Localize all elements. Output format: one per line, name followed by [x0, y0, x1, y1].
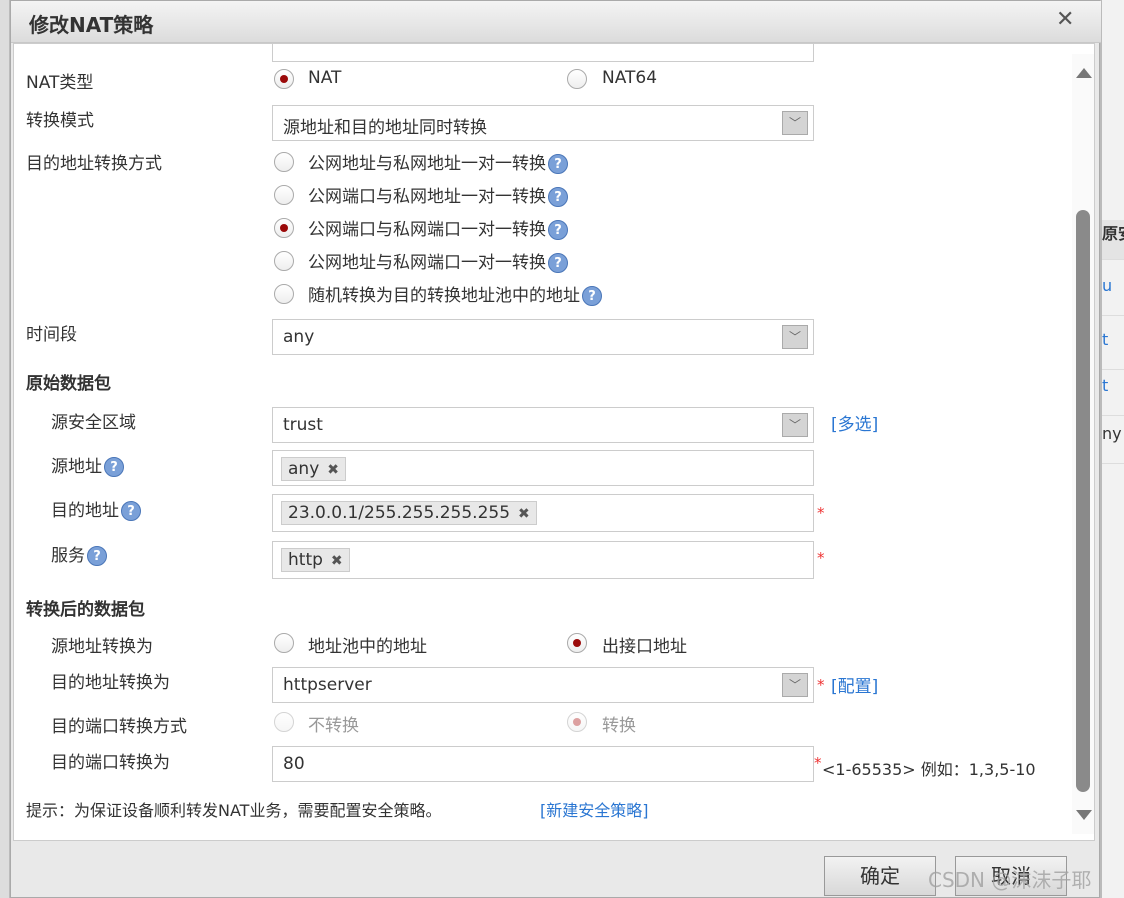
radio-addr-pool[interactable]: [274, 633, 294, 653]
dst-trans-label: 目的地址转换为: [51, 673, 170, 693]
remove-icon[interactable]: ✖: [327, 462, 339, 478]
radio-nat[interactable]: [274, 69, 294, 89]
title-bar: 修改NAT策略 ✕: [11, 1, 1101, 43]
required-mark: *: [817, 549, 825, 567]
radio-dest-method-4[interactable]: [274, 251, 294, 271]
src-zone-label: 源安全区域: [51, 413, 136, 433]
close-icon[interactable]: ✕: [1056, 7, 1074, 32]
port-trans-input[interactable]: 80: [272, 746, 814, 782]
service-label: 服务?: [51, 541, 107, 566]
bg-row: ny: [1102, 424, 1124, 464]
required-mark: *: [814, 754, 822, 772]
radio-egress-iface[interactable]: [567, 633, 587, 653]
time-label: 时间段: [26, 325, 77, 345]
watermark: CSDN @沫沫子耶: [928, 868, 1092, 892]
time-select[interactable]: any ﹀: [272, 319, 814, 355]
dialog-title: 修改NAT策略: [29, 13, 154, 37]
remove-icon[interactable]: ✖: [331, 553, 343, 569]
src-addr-input[interactable]: any ✖: [272, 450, 814, 486]
chevron-down-icon[interactable]: ﹀: [782, 111, 808, 135]
dst-addr-label: 目的地址?: [51, 496, 141, 521]
chevron-down-icon[interactable]: ﹀: [782, 673, 808, 697]
tag: http ✖: [281, 548, 350, 572]
dst-trans-select[interactable]: httpserver ﹀: [272, 667, 814, 703]
radio-nat64-label: NAT64: [602, 68, 658, 88]
help-icon[interactable]: ?: [104, 457, 124, 477]
remove-icon[interactable]: ✖: [518, 506, 530, 522]
help-icon[interactable]: ?: [582, 286, 602, 306]
multi-select-link[interactable]: [多选]: [831, 410, 878, 435]
required-mark: *: [817, 676, 825, 694]
port-trans-label: 目的端口转换为: [51, 753, 170, 773]
src-trans-label: 源地址转换为: [51, 637, 153, 657]
src-addr-label: 源地址?: [51, 452, 124, 477]
clipped-field: [272, 44, 814, 62]
bg-row: t: [1102, 376, 1124, 416]
background-page-right: 原安 u t t ny: [1100, 0, 1124, 898]
translated-packet-heading: 转换后的数据包: [26, 600, 145, 620]
dest-method-option: 随机转换为目的转换地址池中的地址?: [308, 281, 602, 306]
help-icon[interactable]: ?: [548, 253, 568, 273]
ok-button[interactable]: 确定: [824, 856, 936, 896]
port-hint: <1-65535> 例如：1,3,5-10: [822, 760, 1036, 779]
tag: 23.0.0.1/255.255.255.255 ✖: [281, 501, 537, 525]
modify-nat-policy-dialog: 修改NAT策略 ✕ NAT类型 NAT NAT64 转换模式 源地址和目的地址同…: [10, 0, 1101, 898]
dest-method-option: 公网地址与私网端口一对一转换?: [308, 248, 568, 273]
radio-translate: [567, 712, 587, 732]
radio-egress-iface-label: 出接口地址: [602, 637, 687, 657]
bg-row: u: [1102, 276, 1124, 316]
dest-method-option: 公网端口与私网地址一对一转换?: [308, 182, 568, 207]
help-icon[interactable]: ?: [87, 546, 107, 566]
src-zone-value: trust: [283, 415, 323, 435]
src-zone-select[interactable]: trust ﹀: [272, 407, 814, 443]
radio-dest-method-3[interactable]: [274, 218, 294, 238]
mode-label: 转换模式: [26, 111, 94, 131]
radio-addr-pool-label: 地址池中的地址: [308, 637, 427, 657]
scroll-up-icon[interactable]: [1076, 68, 1092, 78]
dest-method-label: 目的地址转换方式: [26, 154, 162, 174]
form-content: NAT类型 NAT NAT64 转换模式 源地址和目的地址同时转换 ﹀ 目的地址转…: [13, 43, 1095, 841]
dst-addr-input[interactable]: 23.0.0.1/255.255.255.255 ✖: [272, 494, 814, 532]
help-icon[interactable]: ?: [548, 154, 568, 174]
radio-translate-label: 转换: [602, 716, 636, 736]
scrollbar[interactable]: [1072, 54, 1094, 834]
radio-dest-method-2[interactable]: [274, 185, 294, 205]
scroll-down-icon[interactable]: [1076, 810, 1092, 820]
scroll-thumb[interactable]: [1076, 210, 1090, 792]
port-method-label: 目的端口转换方式: [51, 717, 187, 737]
chevron-down-icon[interactable]: ﹀: [782, 413, 808, 437]
help-icon[interactable]: ?: [121, 501, 141, 521]
radio-nat-label: NAT: [308, 68, 342, 88]
nat-type-label: NAT类型: [26, 73, 94, 93]
radio-nat64[interactable]: [567, 69, 587, 89]
radio-no-translate: [274, 712, 294, 732]
help-icon[interactable]: ?: [548, 187, 568, 207]
mode-select[interactable]: 源地址和目的地址同时转换 ﹀: [272, 105, 814, 141]
service-input[interactable]: http ✖: [272, 541, 814, 579]
tip-text: 提示：为保证设备顺利转发NAT业务，需要配置安全策略。: [26, 801, 442, 820]
time-value: any: [283, 327, 315, 347]
background-page-left: [0, 0, 10, 898]
original-packet-heading: 原始数据包: [26, 374, 111, 394]
tag: any ✖: [281, 457, 346, 481]
required-mark: *: [817, 504, 825, 522]
mode-value: 源地址和目的地址同时转换: [283, 118, 487, 138]
bg-row: t: [1102, 330, 1124, 370]
radio-dest-method-1[interactable]: [274, 152, 294, 172]
radio-dest-method-5[interactable]: [274, 284, 294, 304]
radio-no-translate-label: 不转换: [308, 716, 359, 736]
dst-trans-value: httpserver: [283, 675, 372, 695]
new-security-policy-link[interactable]: [新建安全策略]: [540, 797, 649, 821]
configure-link[interactable]: [配置]: [831, 672, 878, 697]
help-icon[interactable]: ?: [548, 220, 568, 240]
chevron-down-icon[interactable]: ﹀: [782, 325, 808, 349]
port-value: 80: [283, 754, 305, 774]
bg-header: 原安: [1102, 220, 1124, 260]
dest-method-option: 公网端口与私网端口一对一转换?: [308, 215, 568, 240]
dest-method-option: 公网地址与私网地址一对一转换?: [308, 149, 568, 174]
